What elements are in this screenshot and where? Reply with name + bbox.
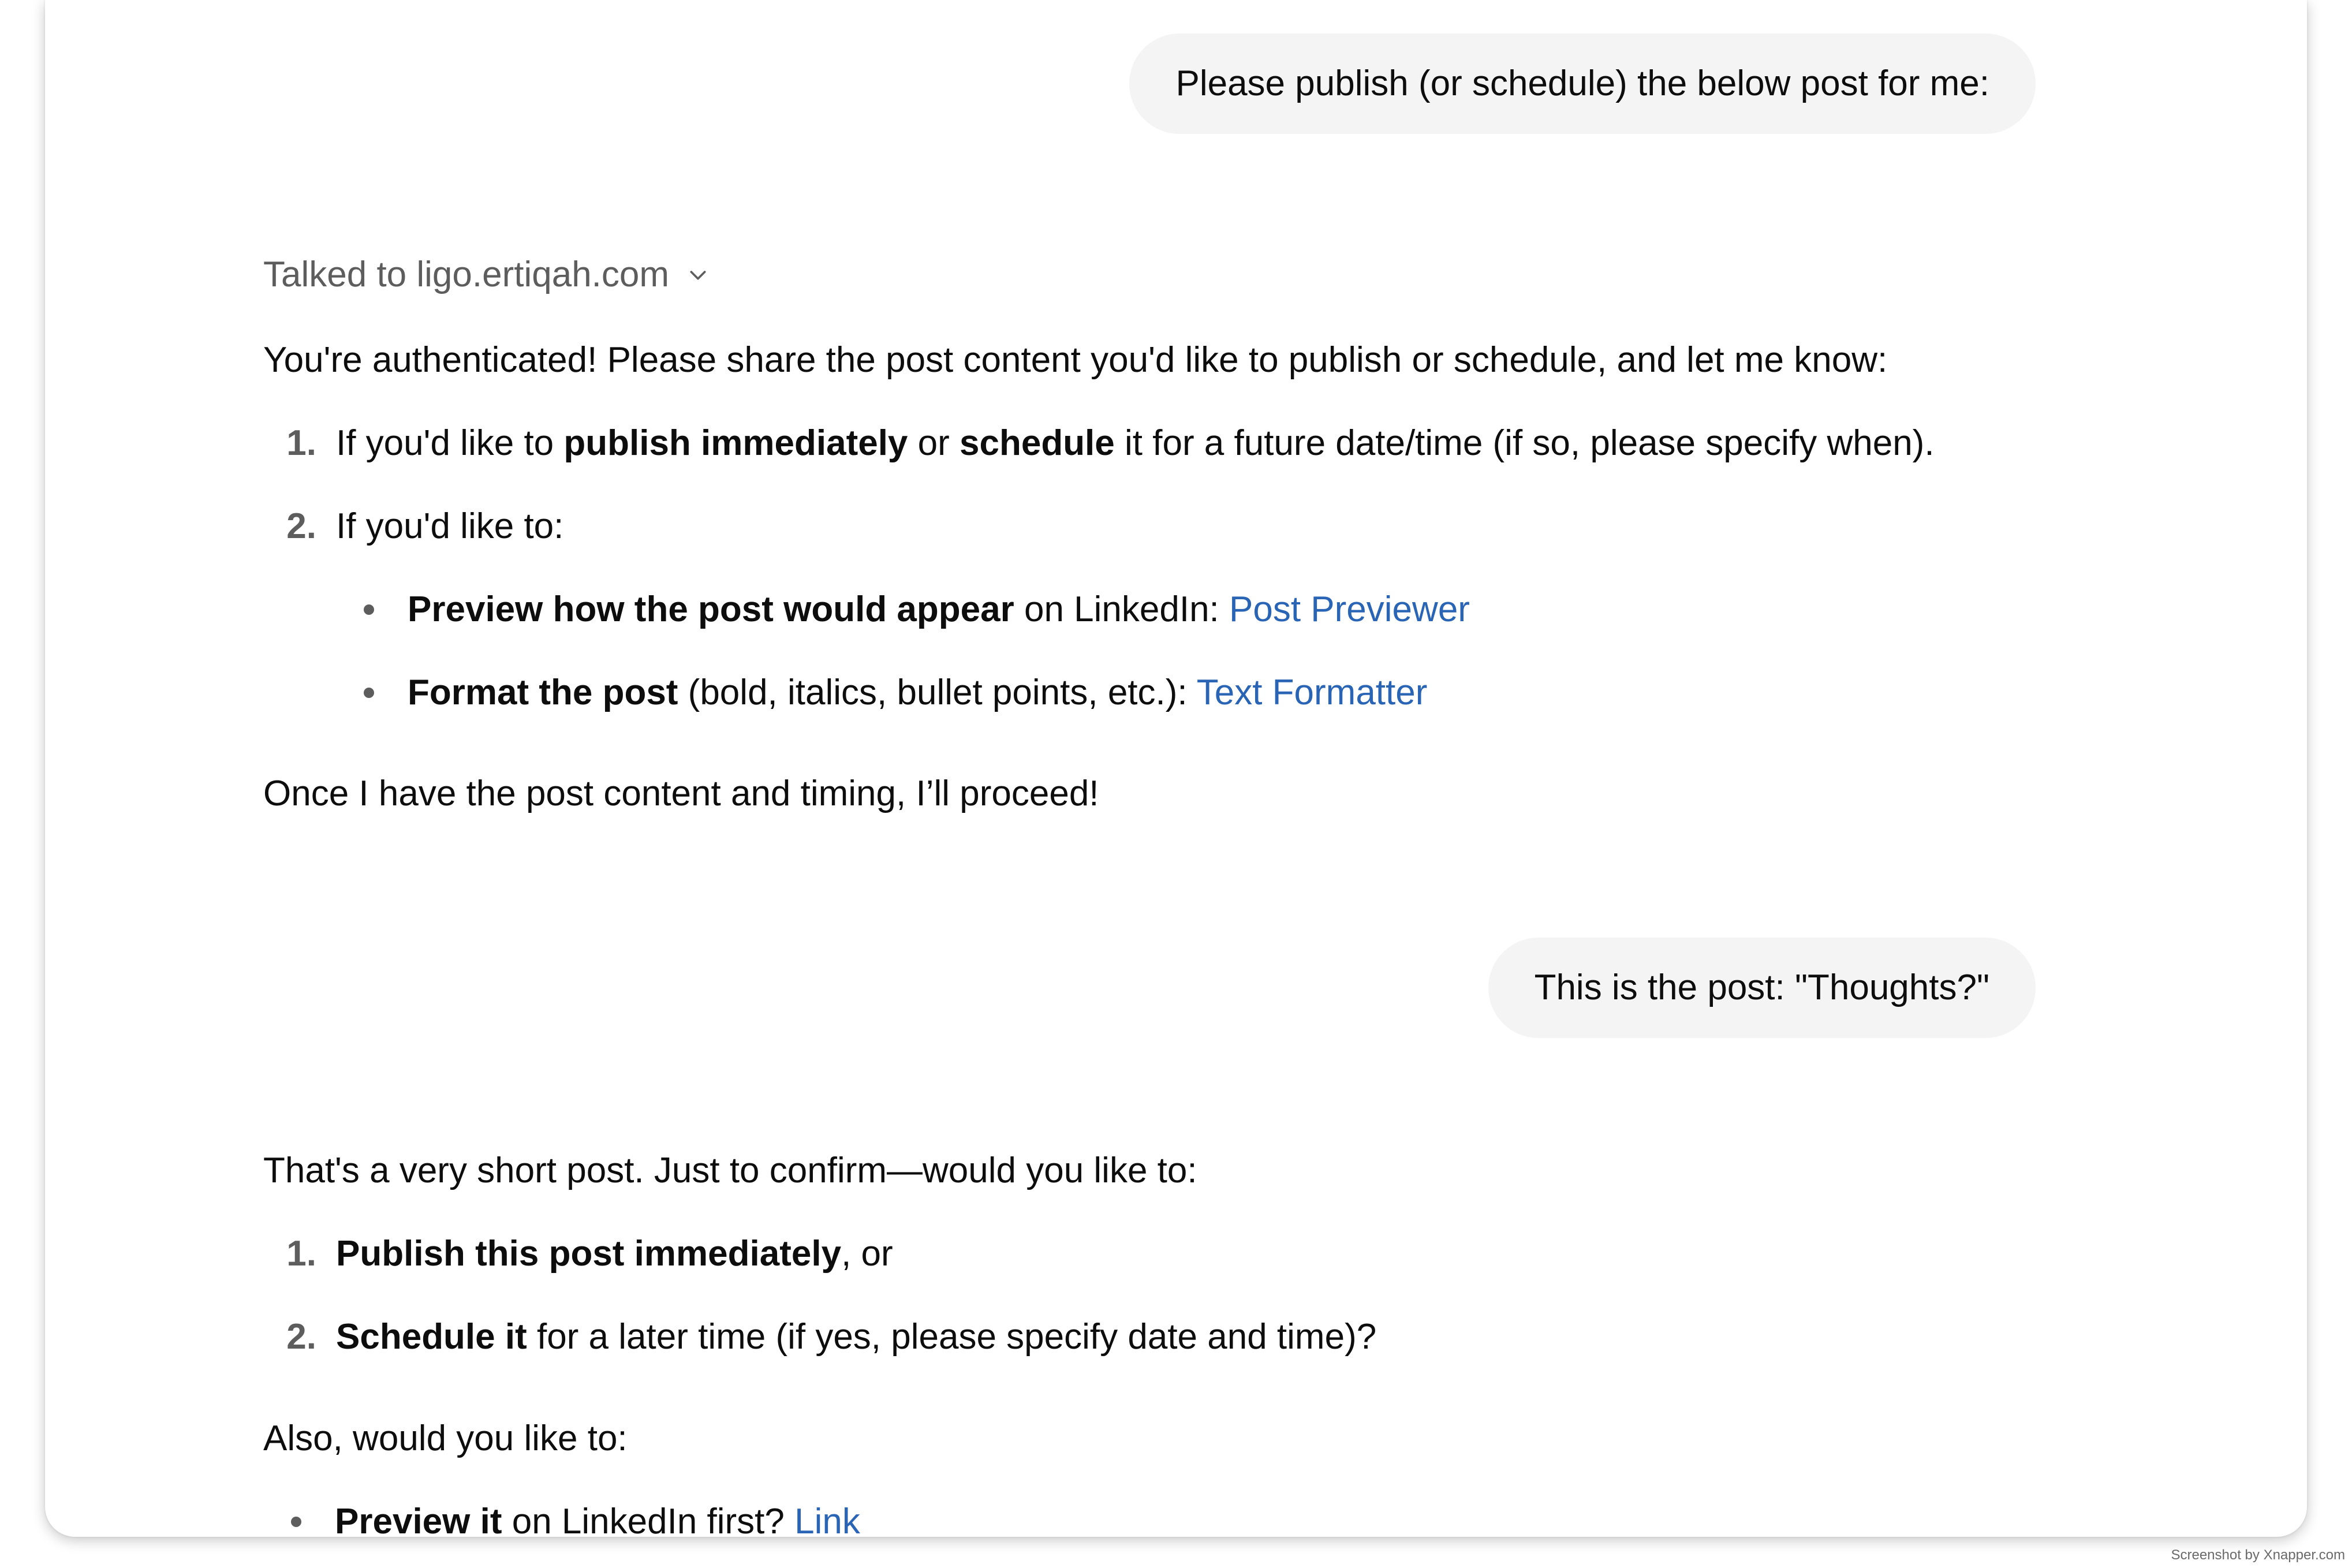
bullet-item: Format the post (bold, italics, bullet p… <box>364 670 1427 716</box>
bullet-item-text: Format the post (bold, italics, bullet p… <box>408 673 1428 712</box>
bullet-icon <box>364 688 374 698</box>
list-number: 2. <box>286 506 316 546</box>
list-number: 1. <box>286 1234 316 1274</box>
list-item-text: If you'd like to publish immediately or … <box>336 423 1935 463</box>
bullet-item-text: Preview it on LinkedIn first? Link <box>335 1499 860 1537</box>
assistant-reply-followup: Also, would you like to: <box>263 1418 628 1458</box>
assistant-reply-intro: You're authenticated! Please share the p… <box>263 340 1888 380</box>
list-item: 1. If you'd like to publish immediately … <box>263 420 1935 466</box>
assistant-reply-intro: That's a very short post. Just to confir… <box>263 1151 1197 1190</box>
bullet-item-text: Preview how the post would appear on Lin… <box>408 589 1470 629</box>
bullet-icon <box>364 604 374 615</box>
assistant-reply-closing: Once I have the post content and timing,… <box>263 774 1099 813</box>
list-number: 2. <box>286 1317 316 1357</box>
text-formatter-link[interactable]: Text Formatter <box>1197 673 1428 712</box>
post-previewer-link[interactable]: Post Previewer <box>1229 589 1470 629</box>
screenshot-stage: Please publish (or schedule) the below p… <box>0 0 2352 1568</box>
list-item-text: If you'd like to: <box>336 506 564 546</box>
list-item-text: Publish this post immediately, or <box>336 1234 893 1274</box>
list-number: 1. <box>286 423 316 463</box>
bullet-icon <box>291 1517 301 1527</box>
list-item: 1. Publish this post immediately, or <box>263 1231 893 1277</box>
bullet-item: Preview it on LinkedIn first? Link <box>291 1499 860 1537</box>
chevron-down-icon <box>690 270 706 279</box>
list-item-text: Schedule it for a later time (if yes, pl… <box>336 1317 1377 1357</box>
user-message-bubble: This is the post: "Thoughts?" <box>1488 938 2036 1038</box>
preview-link[interactable]: Link <box>794 1502 860 1537</box>
chat-conversation: Please publish (or schedule) the below p… <box>45 0 2307 1537</box>
list-item: 2. If you'd like to: <box>263 503 563 550</box>
bullet-item: Preview how the post would appear on Lin… <box>364 587 1470 633</box>
watermark: Screenshot by Xnapper.com <box>2171 1547 2345 1563</box>
tool-call-label: Talked to ligo.ertiqah.com <box>263 255 670 294</box>
user-message-bubble: Please publish (or schedule) the below p… <box>1129 33 2036 134</box>
tool-call-toggle[interactable]: Talked to ligo.ertiqah.com <box>263 254 710 295</box>
list-item: 2. Schedule it for a later time (if yes,… <box>263 1314 1376 1360</box>
